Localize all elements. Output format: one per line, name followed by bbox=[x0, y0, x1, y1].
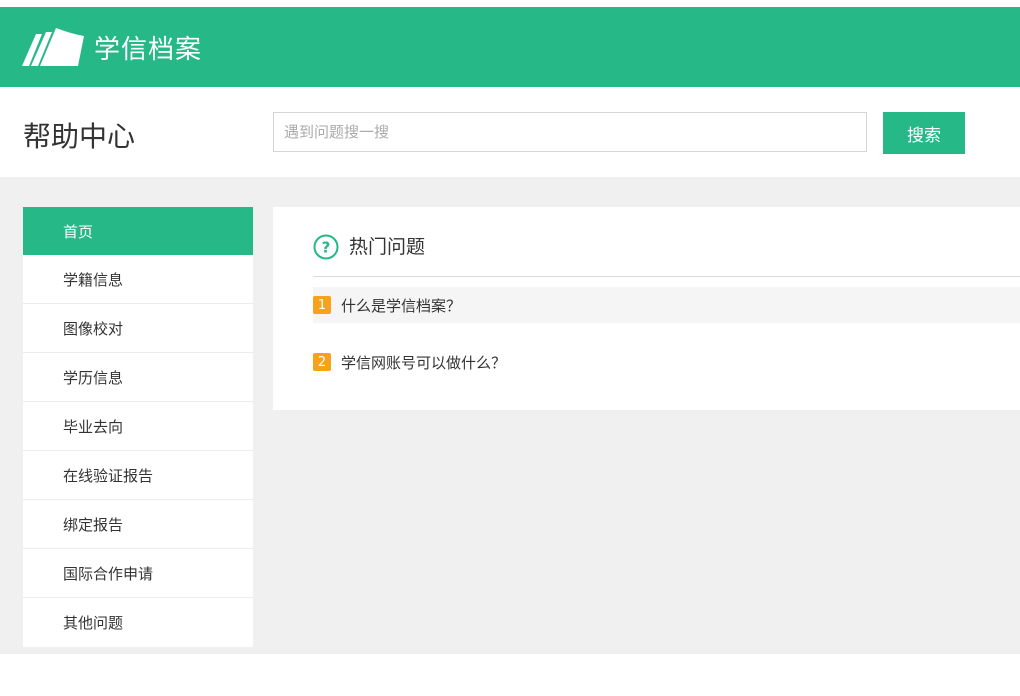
sidebar-item-label: 学历信息 bbox=[63, 368, 124, 387]
panel-header: ? 热门问题 bbox=[313, 234, 1020, 277]
sidebar-item-label: 在线验证报告 bbox=[63, 466, 154, 485]
top-strip bbox=[0, 0, 1020, 7]
sidebar-item-other[interactable]: 其他问题 bbox=[23, 598, 253, 647]
page-title: 帮助中心 bbox=[23, 120, 136, 153]
sidebar-item-graduation[interactable]: 毕业去向 bbox=[23, 402, 253, 451]
question-circle-icon: ? bbox=[313, 234, 339, 260]
sidebar-item-international[interactable]: 国际合作申请 bbox=[23, 549, 253, 598]
sidebar-nav: 首页 学籍信息 图像校对 学历信息 毕业去向 在线验证报告 绑定报告 国际合作申… bbox=[23, 207, 253, 647]
faq-number-badge: 1 bbox=[313, 296, 331, 314]
content-area: 首页 学籍信息 图像校对 学历信息 毕业去向 在线验证报告 绑定报告 国际合作申… bbox=[0, 177, 1020, 654]
faq-link[interactable]: 什么是学信档案？ bbox=[341, 295, 461, 316]
sidebar-item-label: 学籍信息 bbox=[63, 270, 124, 289]
sidebar-item-image-check[interactable]: 图像校对 bbox=[23, 304, 253, 353]
book-logo-icon bbox=[22, 28, 84, 66]
sidebar-item-label: 绑定报告 bbox=[63, 515, 124, 534]
sidebar-item-bind-report[interactable]: 绑定报告 bbox=[23, 500, 253, 549]
footer-space bbox=[0, 654, 1020, 696]
svg-text:?: ? bbox=[322, 239, 331, 257]
faq-link[interactable]: 学信网账号可以做什么？ bbox=[341, 352, 506, 373]
sidebar-item-online-report[interactable]: 在线验证报告 bbox=[23, 451, 253, 500]
search-button[interactable]: 搜索 bbox=[883, 112, 965, 154]
sidebar-item-label: 国际合作申请 bbox=[63, 564, 154, 583]
hot-questions-panel: ? 热门问题 1 什么是学信档案？ 2 学信网账号可以做什么？ bbox=[273, 207, 1020, 410]
sidebar-item-label: 毕业去向 bbox=[63, 417, 124, 436]
logo-text: 学信档案 bbox=[94, 34, 203, 65]
faq-number-badge: 2 bbox=[313, 353, 331, 371]
sidebar-item-home[interactable]: 首页 bbox=[23, 207, 253, 255]
panel-title: 热门问题 bbox=[349, 236, 426, 258]
sidebar-item-label: 首页 bbox=[63, 222, 94, 241]
search-input[interactable] bbox=[273, 112, 867, 152]
sidebar-item-label: 其他问题 bbox=[63, 614, 124, 632]
sidebar-item-label: 图像校对 bbox=[63, 319, 124, 338]
sidebar-item-student-status[interactable]: 学籍信息 bbox=[23, 255, 253, 304]
site-logo[interactable]: 学信档案 bbox=[22, 27, 202, 67]
faq-item[interactable]: 2 学信网账号可以做什么？ bbox=[313, 344, 1020, 380]
top-navbar: 学信档案 bbox=[0, 7, 1020, 87]
faq-item[interactable]: 1 什么是学信档案？ bbox=[313, 287, 1020, 323]
sidebar-item-degree-info[interactable]: 学历信息 bbox=[23, 353, 253, 402]
subheader: 帮助中心 搜索 bbox=[0, 87, 1020, 177]
